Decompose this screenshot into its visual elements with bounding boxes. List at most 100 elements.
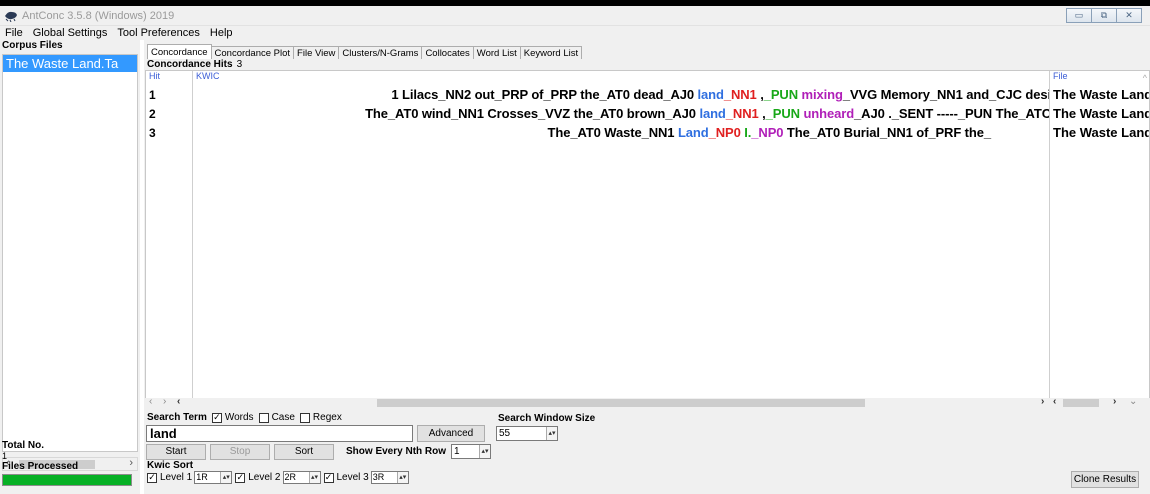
kwic-line[interactable]: The_AT0 Waste_NN1 Land_NP0 I._NP0 The_AT… (547, 125, 992, 140)
right-1-tag: _NP0 (751, 125, 784, 140)
level-3-spinner[interactable]: 3R ▴▾ (370, 471, 409, 484)
scroll-right-icon[interactable]: › (163, 396, 166, 407)
search-term-input[interactable]: land (146, 425, 413, 442)
concordance-results-grid[interactable]: Hit 1 2 3 KWIC 1 Lilacs_NN2 out_PRP of_P… (145, 70, 1150, 406)
menu-file[interactable]: File (0, 26, 28, 40)
right-1-word: mixing (801, 87, 843, 102)
case-label: Case (271, 412, 295, 423)
level-2-label: Level 2 (248, 472, 281, 483)
scroll-left-icon[interactable]: ‹ (1053, 396, 1056, 407)
main-panel: Concordance Concordance Plot File View C… (144, 40, 1150, 494)
hit-number[interactable]: 3 (149, 126, 156, 140)
punct-tag: _PUN (763, 87, 798, 102)
tab-file-view[interactable]: File View (293, 46, 340, 59)
spinner-arrows-icon[interactable]: ▴▾ (308, 472, 320, 483)
nth-row-value: 1 (454, 446, 460, 457)
file-scroll-thumb[interactable] (1063, 399, 1099, 407)
search-window-size-label: Search Window Size (498, 413, 596, 424)
level-1-spinner[interactable]: 1R ▴▾ (194, 471, 233, 484)
kwic-line[interactable]: 1 Lilacs_NN2 out_PRP of_PRP the_AT0 dead… (391, 87, 1050, 102)
level-1-checkbox[interactable]: ✓ (147, 472, 157, 483)
tab-collocates[interactable]: Collocates (421, 46, 474, 59)
scroll-left-icon[interactable]: ‹ (149, 396, 152, 407)
sort-button[interactable]: Sort (274, 444, 334, 460)
advanced-button[interactable]: Advanced (417, 425, 485, 442)
start-button[interactable]: Start (146, 444, 206, 460)
menu-tool-preferences[interactable]: Tool Preferences (112, 26, 205, 40)
minimize-button[interactable]: ▭ (1066, 8, 1092, 23)
right-1-tag: _AJ0 (854, 106, 885, 121)
level-2-value: 2R (284, 472, 297, 482)
right-context: Memory_NN1 and_CJC desi (877, 87, 1050, 102)
hit-number[interactable]: 2 (149, 107, 156, 121)
corpus-files-list[interactable]: The Waste Land.Ta (2, 54, 138, 452)
level-3-label: Level 3 (336, 472, 369, 483)
tab-word-list[interactable]: Word List (472, 46, 521, 59)
kwic-column-header[interactable]: KWIC (196, 71, 220, 81)
window-title: AntConc 3.5.8 (Windows) 2019 (22, 10, 175, 22)
hit-column: Hit 1 2 3 (146, 71, 193, 405)
menu-bar: File Global Settings Tool Preferences He… (0, 26, 1150, 40)
clone-results-button[interactable]: Clone Results (1071, 471, 1139, 488)
stop-button[interactable]: Stop (210, 444, 270, 460)
hit-column-header[interactable]: Hit (149, 71, 160, 81)
file-column: File The Waste Land.Tagged The Waste Lan… (1050, 71, 1149, 405)
kwic-horizontal-scrollbar[interactable]: ‹ › ‹ › ‹ › ⌄ (145, 396, 1150, 408)
case-checkbox[interactable] (258, 412, 269, 423)
close-icon: ✕ (1125, 10, 1133, 20)
search-window-size-value: 55 (499, 428, 511, 439)
spinner-arrows-icon[interactable]: ▴▾ (546, 427, 557, 440)
menu-global-settings[interactable]: Global Settings (28, 26, 113, 40)
scroll-thumb[interactable] (377, 399, 865, 407)
file-cell[interactable]: The Waste Land.Tagged (1053, 87, 1149, 102)
scroll-left-icon[interactable]: ‹ (177, 396, 180, 407)
scroll-down-icon[interactable]: ⌄ (1129, 396, 1137, 407)
search-window-size-spinner[interactable]: 55 ▴▾ (496, 426, 558, 441)
level-2-checkbox[interactable]: ✓ (235, 472, 246, 483)
keyword: land (699, 106, 726, 121)
spinner-arrows-icon[interactable]: ▴▾ (396, 472, 408, 483)
left-context: The_AT0 Waste_NN1 (547, 125, 678, 140)
close-button[interactable]: ✕ (1116, 8, 1142, 23)
regex-label: Regex (312, 412, 342, 423)
spinner-arrows-icon[interactable]: ▴▾ (220, 472, 232, 483)
keyword: land (697, 87, 724, 102)
words-label: Words (224, 412, 254, 423)
scroll-right-icon[interactable]: › (129, 457, 133, 469)
kwic-line[interactable]: The_AT0 wind_NN1 Crosses_VVZ the_AT0 bro… (365, 106, 1049, 121)
file-cell[interactable]: The Waste Land.Tagged (1053, 125, 1149, 140)
nth-row-spinner[interactable]: 1 ▴▾ (451, 444, 491, 459)
level-2-spinner[interactable]: 2R ▴▾ (282, 471, 321, 484)
file-cell[interactable]: The Waste Land.Tagged (1053, 106, 1149, 121)
words-checkbox[interactable]: ✓ (211, 412, 222, 423)
menu-help[interactable]: Help (205, 26, 238, 40)
tab-concordance[interactable]: Concordance (147, 44, 212, 59)
restore-button[interactable]: ⧉ (1091, 8, 1117, 23)
regex-checkbox[interactable] (299, 412, 310, 423)
corpus-file-item[interactable]: The Waste Land.Ta (3, 55, 137, 72)
antconc-app-icon (5, 11, 17, 22)
spinner-arrows-icon[interactable]: ▴▾ (479, 445, 490, 458)
scroll-right-icon[interactable]: › (1113, 396, 1116, 407)
level-1-value: 1R (196, 472, 208, 482)
kwic-sort-label: Kwic Sort (147, 460, 194, 471)
tab-clusters-ngrams[interactable]: Clusters/N-Grams (338, 46, 423, 59)
corpus-files-label: Corpus Files (2, 40, 63, 51)
level-3-checkbox[interactable]: ✓ (323, 472, 334, 483)
keyword: Land (677, 125, 709, 140)
keyword-tag: _NP0 (708, 125, 741, 140)
restore-icon: ⧉ (1100, 10, 1108, 20)
search-options: Search Term ✓ Words Case Regex (147, 412, 342, 423)
hit-number[interactable]: 1 (149, 88, 156, 102)
tab-concordance-plot[interactable]: Concordance Plot (210, 46, 295, 59)
file-column-header[interactable]: File (1053, 71, 1068, 81)
left-context: 1 Lilacs_NN2 out_PRP of_PRP the_AT0 dead… (391, 87, 698, 102)
keyword-tag: _NN1 (725, 106, 759, 121)
right-1-word: I. (740, 125, 752, 140)
scroll-up-icon[interactable]: ^ (1143, 73, 1147, 83)
nth-row-label: Show Every Nth Row (346, 446, 447, 457)
kwic-column: KWIC 1 Lilacs_NN2 out_PRP of_PRP the_AT0… (193, 71, 1050, 405)
right-context: The_AT0 Burial_NN1 of_PRF the_ (783, 125, 991, 140)
scroll-right-icon[interactable]: › (1041, 396, 1044, 407)
tab-keyword-list[interactable]: Keyword List (519, 46, 583, 59)
